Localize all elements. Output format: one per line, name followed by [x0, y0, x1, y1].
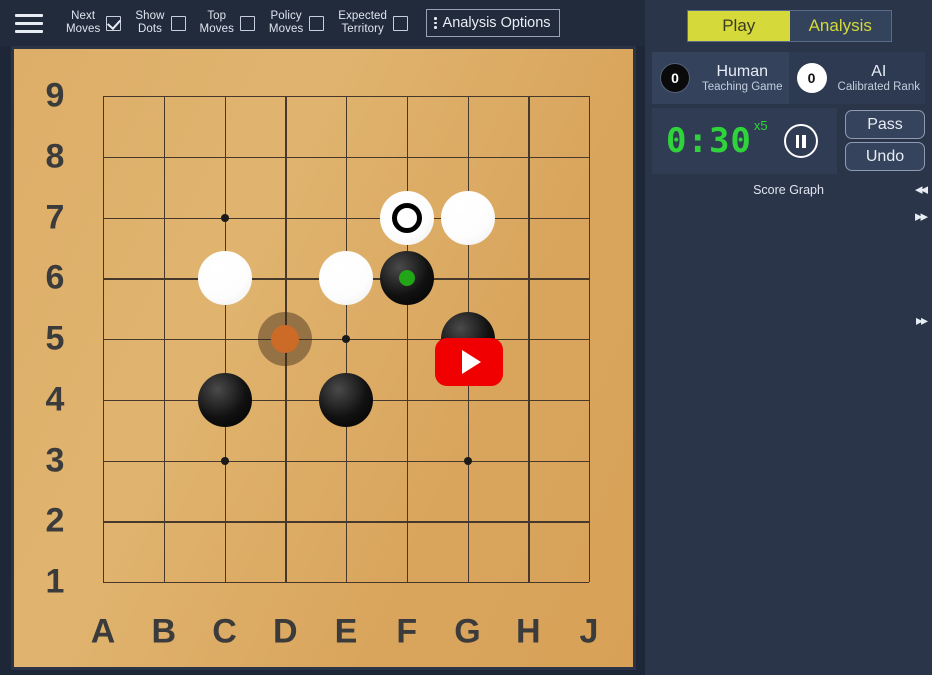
game-timer: 0:30 x5	[652, 108, 837, 174]
board-col-label: J	[579, 612, 599, 651]
checkbox-show-dots[interactable]	[170, 15, 186, 31]
hamburger-bar	[15, 29, 43, 33]
board-row-label: 5	[45, 319, 65, 358]
checkbox-next-moves[interactable]	[106, 15, 122, 31]
stone-white-g7[interactable]	[440, 190, 495, 245]
mode-tab-group: Play Analysis	[687, 10, 892, 42]
grid-line-horizontal	[103, 460, 589, 462]
board-row-label: 6	[45, 258, 65, 297]
toggle-label: Show Dots	[135, 10, 165, 35]
play-triangle-icon	[461, 350, 481, 374]
toggle-label: Top Moves	[199, 10, 234, 35]
checkbox-policy-moves[interactable]	[309, 15, 325, 31]
board-row-label: 1	[45, 562, 65, 601]
player-ai[interactable]: 0 AI Calibrated Rank	[788, 52, 925, 104]
player-name-ai: AI	[871, 63, 887, 80]
play-button-overlay[interactable]	[434, 338, 503, 386]
toggle-show-dots[interactable]: Show Dots	[135, 10, 186, 36]
double-chevron-left-icon[interactable]: ◂◂	[915, 180, 928, 198]
toggle-policy-moves[interactable]: Policy Moves	[268, 10, 325, 36]
grid-line-vertical	[589, 96, 591, 582]
player-info-bar: 0 Human Teaching Game 0 AI Calibrated Ra…	[652, 52, 925, 104]
player-subtitle-ai: Calibrated Rank	[837, 81, 920, 93]
timer-multiplier: x5	[753, 118, 768, 133]
grid-line-vertical	[406, 96, 409, 582]
grid-line-vertical	[528, 96, 530, 582]
star-point	[220, 456, 229, 465]
toggle-label: Expected Territory	[338, 10, 388, 35]
timer-value: 0:30	[666, 121, 752, 161]
board-grid: ABCDEFGHJ 9 8 7 6 5 4 3 2 1	[46, 77, 599, 651]
tab-analysis[interactable]: Analysis	[789, 11, 891, 41]
checkbox-top-moves[interactable]	[239, 15, 255, 31]
board-row-label: 9	[45, 76, 65, 115]
double-chevron-right-icon[interactable]: ▸▸	[915, 207, 928, 225]
stone-white-e6[interactable]	[319, 251, 373, 306]
suggested-move-green-dot	[398, 270, 415, 287]
board-col-label: C	[212, 612, 237, 651]
player-human[interactable]: 0 Human Teaching Game	[652, 52, 789, 104]
pause-icon[interactable]	[783, 124, 818, 158]
undone-move-inner-dot	[271, 325, 300, 353]
toggle-label: Policy Moves	[268, 10, 304, 35]
analysis-options-label: Analysis Options	[442, 15, 551, 31]
star-point	[220, 213, 229, 222]
white-capture-stone: 0	[796, 63, 827, 93]
stone-white-c6[interactable]	[197, 251, 252, 306]
last-move-circle-marker	[391, 202, 422, 233]
board-col-label: A	[90, 612, 116, 651]
board-col-label: F	[396, 612, 418, 651]
player-subtitle-human: Teaching Game	[701, 81, 783, 93]
score-graph-title: Score Graph	[753, 183, 824, 197]
go-board[interactable]: ABCDEFGHJ 9 8 7 6 5 4 3 2 1	[11, 46, 636, 670]
board-col-label: E	[334, 612, 358, 651]
info-expand-icon[interactable]: ▸▸	[916, 312, 928, 329]
grid-line-horizontal	[103, 582, 589, 584]
top-toolbar: Next Moves Show Dots Top Moves Policy Mo…	[0, 0, 645, 46]
board-row-label: 4	[45, 380, 65, 419]
toggle-next-moves[interactable]: Next Moves	[66, 10, 122, 36]
stone-black-c4[interactable]	[197, 372, 252, 427]
hamburger-bar	[15, 13, 43, 17]
kebab-menu-icon	[431, 17, 440, 29]
board-col-label: H	[515, 612, 541, 651]
analysis-options-button[interactable]: Analysis Options	[426, 9, 560, 37]
grid-line-horizontal	[103, 521, 589, 523]
toggle-expected-territory[interactable]: Expected Territory	[338, 10, 409, 36]
tab-play[interactable]: Play	[688, 11, 790, 41]
board-col-label: D	[272, 612, 298, 651]
toggle-label: Next Moves	[66, 10, 101, 35]
toggle-top-moves[interactable]: Top Moves	[200, 10, 255, 36]
pass-button[interactable]: Pass	[845, 110, 925, 139]
app-root: Next Moves Show Dots Top Moves Policy Mo…	[0, 0, 932, 675]
hamburger-bar	[15, 21, 43, 25]
checkbox-expected-territory[interactable]	[393, 15, 409, 31]
undo-button[interactable]: Undo	[845, 142, 925, 171]
star-point	[342, 335, 350, 343]
board-row-label: 8	[45, 137, 65, 176]
player-name-human: Human	[716, 63, 769, 80]
board-col-label: G	[454, 612, 481, 651]
star-point	[463, 456, 472, 465]
stone-black-e4[interactable]	[319, 372, 373, 427]
hamburger-menu-icon[interactable]	[6, 0, 52, 46]
board-row-label: 2	[45, 501, 65, 540]
board-row-label: 3	[45, 441, 65, 479]
black-capture-stone: 0	[660, 63, 690, 93]
board-col-label: B	[151, 612, 177, 651]
right-panel: Play Analysis 0 Human Teaching Game 0 AI…	[645, 0, 932, 675]
board-row-label: 7	[45, 198, 65, 236]
